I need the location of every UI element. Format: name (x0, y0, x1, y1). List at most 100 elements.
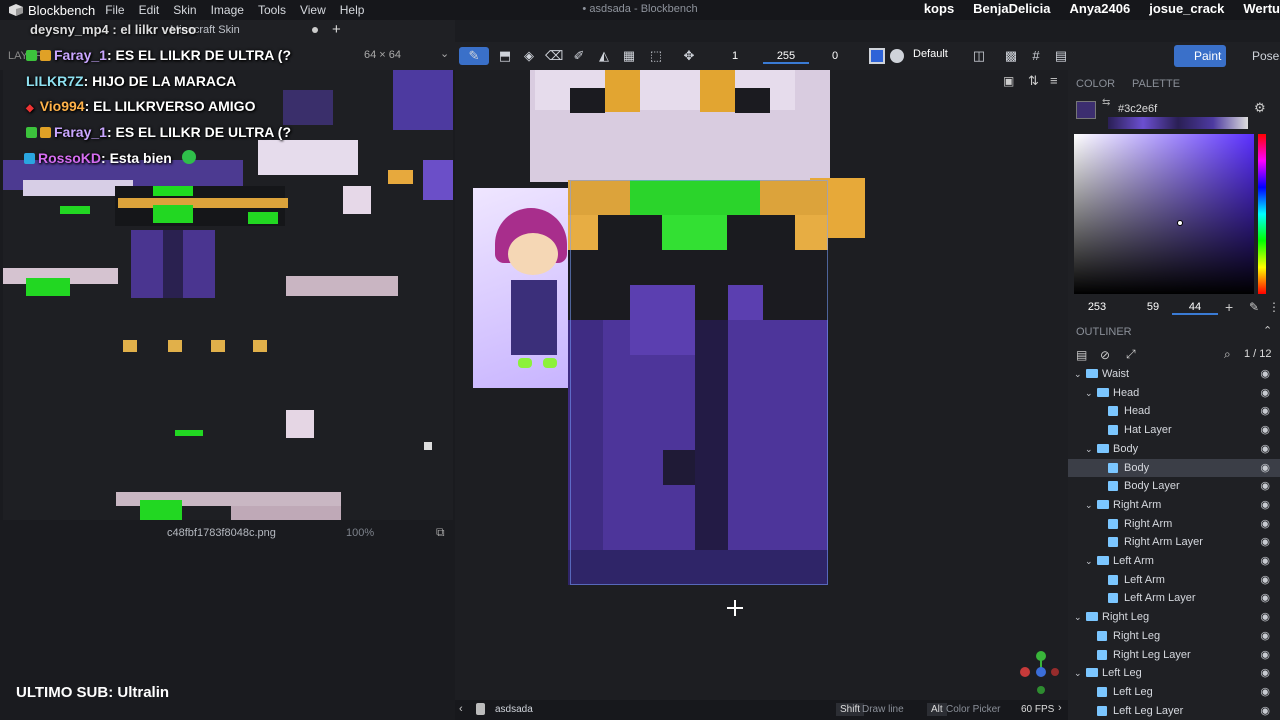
eye-icon[interactable]: ◉ (1260, 627, 1270, 645)
transform-icon[interactable]: ⇅ (1028, 73, 1039, 89)
more-icon[interactable]: ⋮ (1268, 300, 1280, 314)
eye-icon[interactable]: ◉ (1260, 421, 1270, 439)
eye-icon[interactable]: ◉ (1260, 533, 1270, 551)
outliner-group-row[interactable]: ⌄ Left Arm ◉ (1068, 552, 1280, 570)
tab-color[interactable]: COLOR (1076, 78, 1115, 90)
checker-icon[interactable]: ▩ (1002, 47, 1020, 65)
eye-icon[interactable]: ◉ (1260, 402, 1270, 420)
outliner-cube-row[interactable]: Head ◉ (1068, 402, 1280, 420)
swap-icon[interactable]: ⇆ (1102, 97, 1110, 108)
chevron-down-icon[interactable]: ⌄ (1085, 496, 1093, 514)
hue-slider[interactable] (1258, 134, 1266, 294)
move-icon[interactable]: ✥ (680, 47, 698, 65)
softness-field[interactable]: 0 (820, 48, 850, 64)
search-icon[interactable]: ⌕ (1224, 347, 1231, 362)
eye-icon[interactable]: ◉ (1260, 646, 1270, 664)
chevron-down-icon[interactable]: ⌄ (1074, 664, 1082, 682)
eyedropper-icon[interactable]: ✐ (570, 47, 588, 65)
eye-icon[interactable]: ◉ (1260, 571, 1270, 589)
menu-image[interactable]: Image (211, 3, 244, 17)
eye-icon[interactable]: ◉ (1260, 664, 1270, 682)
green-field[interactable]: 59 (1130, 301, 1176, 313)
round-brush-icon[interactable] (890, 49, 904, 63)
outliner-cube-row[interactable]: Right Arm Layer ◉ (1068, 533, 1280, 551)
layout-icon[interactable]: ▤ (1052, 47, 1070, 65)
axis-gizmo-icon[interactable] (1015, 650, 1060, 695)
chevron-down-icon[interactable]: ⌄ (1085, 552, 1093, 570)
menu-view[interactable]: View (300, 3, 326, 17)
menu-tools[interactable]: Tools (258, 3, 286, 17)
chevron-left-icon[interactable]: ‹ (459, 703, 463, 715)
chevron-down-icon[interactable]: ⌄ (1085, 440, 1093, 458)
eye-icon[interactable]: ◉ (1260, 702, 1270, 720)
chevron-down-icon[interactable]: ⌄ (1085, 384, 1093, 402)
menu-help[interactable]: Help (340, 3, 365, 17)
gradient-icon[interactable]: ▦ (620, 47, 638, 65)
chevron-down-icon[interactable]: ⌄ (440, 47, 449, 60)
menu-edit[interactable]: Edit (139, 3, 160, 17)
menu-file[interactable]: File (105, 3, 124, 17)
eye-icon[interactable]: ◉ (1260, 683, 1270, 701)
eye-icon[interactable]: ◉ (1260, 384, 1270, 402)
tab-palette[interactable]: PALETTE (1132, 78, 1180, 90)
outliner-group-row[interactable]: ⌄ Body ◉ (1068, 440, 1280, 458)
outliner-cube-row[interactable]: Right Leg ◉ (1068, 627, 1280, 645)
eye-icon[interactable]: ◉ (1260, 515, 1270, 533)
outliner-cube-row[interactable]: Right Leg Layer ◉ (1068, 646, 1280, 664)
outliner-cube-row[interactable]: Hat Layer ◉ (1068, 421, 1280, 439)
opacity-field[interactable]: 255 (763, 48, 809, 64)
chevron-down-icon[interactable]: ⌄ (1074, 365, 1082, 383)
eye-icon[interactable]: ◉ (1260, 552, 1270, 570)
eyedropper-icon[interactable]: ✎ (1249, 300, 1259, 314)
add-color-plus-icon[interactable]: + (1225, 299, 1233, 315)
settings-icon[interactable]: ⚙ (1254, 100, 1266, 116)
add-group-icon[interactable]: ▤ (1076, 348, 1087, 362)
eye-icon[interactable]: ◉ (1260, 459, 1270, 477)
chevron-down-icon[interactable]: ⌄ (1074, 608, 1082, 626)
eraser-icon[interactable]: ⌫ (545, 47, 563, 65)
chevron-right-icon[interactable]: › (1058, 702, 1062, 714)
menu-icon[interactable]: ≡ (1050, 73, 1058, 88)
3d-viewport[interactable]: ▣ ⇅ ≡ (455, 70, 1068, 700)
eye-icon[interactable]: ◉ (1260, 589, 1270, 607)
red-field[interactable]: 253 (1074, 301, 1120, 313)
visibility-toggle-icon[interactable]: ⊘ (1100, 348, 1110, 362)
outliner-cube-row[interactable]: Body ◉ (1068, 458, 1280, 477)
hex-field[interactable]: #3c2e6f (1118, 103, 1157, 115)
outliner-cube-row[interactable]: Left Leg Layer ◉ (1068, 702, 1280, 720)
new-tab-plus-icon[interactable]: + (332, 21, 341, 38)
unsaved-dot-icon[interactable] (312, 27, 318, 33)
grid-icon[interactable]: # (1027, 47, 1045, 65)
screenshot-icon[interactable]: ▣ (1003, 74, 1014, 88)
selection-icon[interactable]: ⬚ (647, 47, 665, 65)
brush-icon[interactable]: ✎ (459, 47, 489, 65)
outliner-cube-row[interactable]: Left Arm Layer ◉ (1068, 589, 1280, 607)
fill-icon[interactable]: ◈ (520, 47, 538, 65)
outliner-cube-row[interactable]: Left Arm ◉ (1068, 571, 1280, 589)
outliner-group-row[interactable]: ⌄ Waist ◉ (1068, 365, 1280, 383)
pose-mode-button[interactable]: Pose (1233, 45, 1279, 67)
blend-mode-select[interactable]: Default (913, 48, 948, 60)
outliner-group-row[interactable]: ⌄ Head ◉ (1068, 384, 1280, 402)
outliner-cube-row[interactable]: Body Layer ◉ (1068, 477, 1280, 495)
outliner-cube-row[interactable]: Left Leg ◉ (1068, 683, 1280, 701)
reference-image[interactable] (473, 188, 583, 388)
outliner-group-row[interactable]: ⌄ Right Leg ◉ (1068, 608, 1280, 626)
eye-icon[interactable]: ◉ (1260, 440, 1270, 458)
eye-icon[interactable]: ◉ (1260, 477, 1270, 495)
menu-skin[interactable]: Skin (173, 3, 196, 17)
current-color-swatch[interactable] (1076, 101, 1096, 119)
paint-mode-button[interactable]: Paint (1174, 45, 1226, 67)
outliner-group-row[interactable]: ⌄ Left Leg ◉ (1068, 664, 1280, 682)
expand-icon[interactable]: ⤢ (1126, 347, 1136, 362)
copy-icon[interactable]: ⧉ (436, 525, 445, 540)
square-brush-icon[interactable] (869, 48, 885, 64)
eye-icon[interactable]: ◉ (1260, 496, 1270, 514)
shape-icon[interactable]: ◭ (595, 47, 613, 65)
collapse-icon[interactable]: ⌃ (1263, 324, 1272, 337)
outliner-cube-row[interactable]: Right Arm ◉ (1068, 515, 1280, 533)
saturation-value-picker[interactable] (1074, 134, 1254, 294)
brush-size-field[interactable]: 1 (720, 48, 750, 64)
eye-icon[interactable]: ◉ (1260, 365, 1270, 383)
color-history[interactable] (1108, 117, 1248, 129)
